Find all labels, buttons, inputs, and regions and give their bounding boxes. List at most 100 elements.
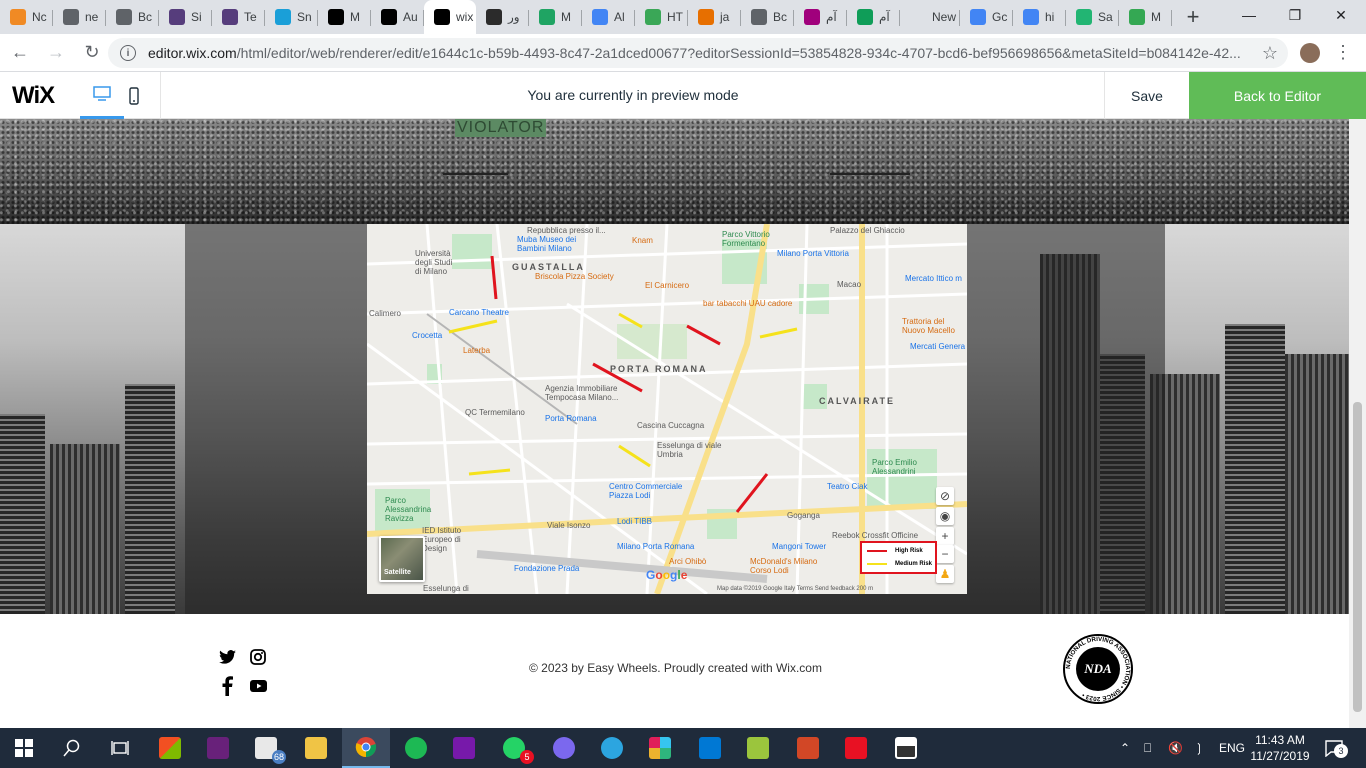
browser-tab[interactable]: Au: [371, 0, 424, 34]
whatsapp-icon[interactable]: 5: [490, 728, 538, 768]
satellite-label: Satellite: [384, 569, 411, 576]
my-location-icon[interactable]: ◉: [936, 507, 954, 525]
volume-muted-icon[interactable]: 🔇: [1168, 728, 1183, 768]
store-icon[interactable]: [146, 728, 194, 768]
reload-icon[interactable]: ↻: [76, 37, 108, 69]
tab-favicon-icon: [10, 9, 26, 25]
browser-tab[interactable]: Al: [582, 0, 635, 34]
medium-risk-segment: [759, 327, 798, 339]
scrollbar-thumb[interactable]: [1353, 402, 1362, 712]
back-arrow-icon[interactable]: ←: [4, 37, 36, 69]
browser-tab[interactable]: ja: [688, 0, 741, 34]
satellite-toggle-button[interactable]: Satellite: [379, 536, 425, 582]
facebook-icon[interactable]: [218, 676, 236, 696]
chat-app-icon[interactable]: [540, 728, 588, 768]
notepad-icon[interactable]: [734, 728, 782, 768]
site-footer: © 2023 by Easy Wheels. Proudly created w…: [0, 614, 1349, 728]
browser-tab[interactable]: M: [318, 0, 371, 34]
browser-menu-icon[interactable]: ⋮: [1334, 42, 1352, 63]
instagram-icon[interactable]: [249, 648, 267, 666]
browser-tab[interactable]: ne: [53, 0, 106, 34]
language-indicator[interactable]: ENG: [1219, 728, 1245, 768]
show-hidden-icons[interactable]: ⌃: [1120, 728, 1130, 768]
browser-tab[interactable]: New Ta: [900, 0, 960, 34]
acrobat-icon[interactable]: [832, 728, 880, 768]
tab-favicon-icon: [698, 9, 714, 25]
task-view-icon[interactable]: [96, 728, 144, 768]
profile-avatar[interactable]: [1300, 43, 1320, 63]
file-explorer-icon[interactable]: [292, 728, 340, 768]
search-icon[interactable]: [48, 728, 96, 768]
risk-legend: High Risk Medium Risk: [860, 541, 937, 574]
youtube-icon[interactable]: [249, 677, 267, 695]
zoom-out-button[interactable]: −: [936, 545, 954, 563]
browser-tab[interactable]: آم: [794, 0, 847, 34]
browser-tab[interactable]: Nc: [0, 0, 53, 34]
minimize-icon[interactable]: —: [1226, 0, 1272, 30]
windows-start-icon[interactable]: [0, 728, 48, 768]
tab-favicon-icon: [539, 9, 555, 25]
mail-icon[interactable]: 68: [242, 728, 290, 768]
address-bar[interactable]: i editor.wix.com/html/editor/web/rendere…: [108, 38, 1288, 68]
mail-badge: 68: [271, 750, 286, 764]
tab-label: Gc: [992, 10, 1008, 24]
wifi-icon[interactable]: ❳: [1194, 728, 1204, 768]
browser-tab[interactable]: hi: [1013, 0, 1066, 34]
tab-favicon-icon: [275, 9, 291, 25]
browser-tab[interactable]: wix×: [424, 0, 476, 34]
tab-favicon-icon: [1023, 9, 1039, 25]
browser-tab[interactable]: HT: [635, 0, 688, 34]
slack-icon[interactable]: [636, 728, 684, 768]
save-button[interactable]: Save: [1104, 72, 1189, 119]
browser-tab[interactable]: Sa: [1066, 0, 1119, 34]
tab-label: M: [350, 10, 360, 24]
browser-tab[interactable]: آم: [847, 0, 900, 34]
visual-studio-icon[interactable]: [194, 728, 242, 768]
browser-tab[interactable]: Si: [159, 0, 212, 34]
onenote-icon[interactable]: [440, 728, 488, 768]
browser-tab[interactable]: M: [529, 0, 582, 34]
nda-logo-text: NDA: [1083, 661, 1112, 676]
browser-tab[interactable]: Bc: [106, 0, 159, 34]
tab-favicon-icon: [804, 9, 820, 25]
browser-tab[interactable]: Sn: [265, 0, 318, 34]
chrome-icon[interactable]: [342, 728, 390, 768]
network-icon[interactable]: ⎕: [1144, 728, 1151, 768]
back-to-editor-button[interactable]: Back to Editor: [1189, 72, 1366, 119]
twitter-icon[interactable]: [218, 648, 236, 666]
tab-label: ور: [508, 10, 520, 24]
browser-tab[interactable]: Bc: [741, 0, 794, 34]
tab-favicon-icon: [116, 9, 132, 25]
street-view-pegman-icon[interactable]: ♟: [936, 565, 954, 583]
tab-label: Sa: [1098, 10, 1113, 24]
powerpoint-icon[interactable]: [784, 728, 832, 768]
bookmark-star-icon[interactable]: ☆: [1262, 43, 1278, 64]
site-info-icon[interactable]: i: [120, 45, 136, 61]
page-scrollbar[interactable]: [1349, 119, 1366, 728]
close-window-icon[interactable]: ✕: [1318, 0, 1364, 30]
browser-tab[interactable]: ور: [476, 0, 529, 34]
url-host: editor.wix.com: [148, 45, 237, 61]
map-attribution[interactable]: Map data ©2019 Google Italy Terms Send f…: [717, 586, 873, 592]
photos-icon[interactable]: [882, 728, 930, 768]
wix-preview-bar: WiX You are currently in preview mode Sa…: [0, 72, 1366, 119]
google-map[interactable]: GUASTALLA PORTA ROMANA CALVAIRATE Univer…: [367, 224, 967, 594]
tab-label: hi: [1045, 10, 1055, 24]
spotify-icon[interactable]: [392, 728, 440, 768]
action-center-icon[interactable]: 3: [1324, 728, 1348, 768]
tab-separator: [1171, 10, 1172, 26]
browser-tab[interactable]: Te: [212, 0, 265, 34]
vscode-icon[interactable]: [686, 728, 734, 768]
url-path: /html/editor/web/renderer/edit/e1644c1c-…: [236, 45, 1241, 61]
browser-tab[interactable]: Gc: [960, 0, 1013, 34]
url-text[interactable]: editor.wix.com/html/editor/web/renderer/…: [148, 45, 1248, 61]
zoom-in-button[interactable]: +: [936, 527, 954, 545]
telegram-icon[interactable]: [588, 728, 636, 768]
tab-label: ja: [720, 10, 730, 24]
forward-arrow-icon[interactable]: →: [40, 37, 72, 69]
rotate-map-icon[interactable]: ⊘: [936, 487, 954, 505]
browser-tab[interactable]: M: [1119, 0, 1172, 34]
taskbar-clock[interactable]: 11:43 AM 11/27/2019: [1245, 732, 1315, 764]
new-tab-button[interactable]: +: [1178, 0, 1208, 34]
maximize-icon[interactable]: ❐: [1272, 0, 1318, 30]
